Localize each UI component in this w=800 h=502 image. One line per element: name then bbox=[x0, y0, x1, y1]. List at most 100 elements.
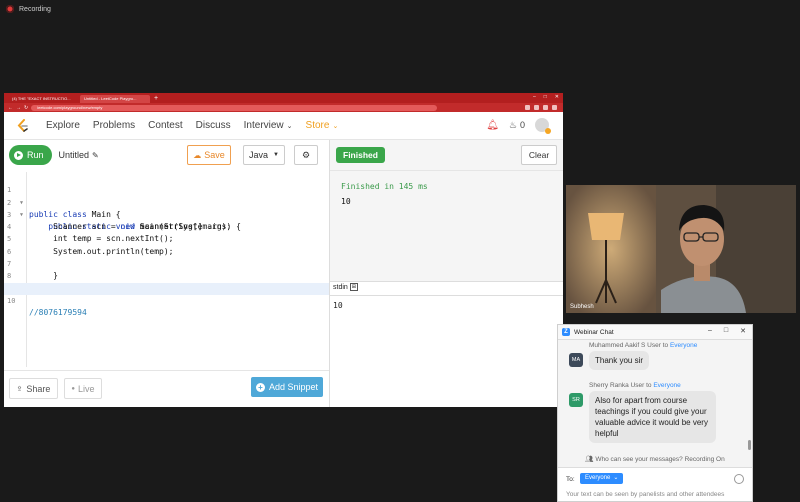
browser-tab[interactable]: (4) THE "EXACT INSTRUCTIO... bbox=[8, 95, 78, 103]
code-line: 4 int temp = scn.nextInt(); bbox=[4, 209, 329, 243]
share-button[interactable]: ⇪ Share bbox=[9, 378, 58, 399]
browser-tab-active[interactable]: Untitled - LeetCode Playgro... bbox=[80, 95, 150, 103]
visibility-note[interactable]: 👥︎ Who can see your messages? Recording … bbox=[558, 455, 752, 463]
language-select[interactable]: Java ▼ bbox=[243, 145, 285, 165]
nav-interview[interactable]: Interview ⌄ bbox=[244, 120, 293, 131]
run-label: Run bbox=[27, 150, 44, 160]
chat-message: Thank you sir bbox=[589, 351, 650, 370]
sender-role: User to bbox=[630, 382, 652, 389]
recipient-value: Everyone bbox=[585, 475, 611, 481]
sender-name: Muhammed Aakif S bbox=[589, 342, 646, 349]
extension-icon[interactable] bbox=[525, 105, 530, 110]
sender-avatar: SR bbox=[569, 393, 583, 407]
webcam-image bbox=[566, 185, 796, 313]
add-snippet-button[interactable]: + Add Snippet bbox=[251, 377, 323, 397]
chat-compose: To: Everyone ⌄ Your text can be seen by … bbox=[558, 467, 752, 501]
extension-icon[interactable] bbox=[543, 105, 548, 110]
code-area[interactable]: 1 ▼ public class Main { 2 ▼ public stati… bbox=[4, 172, 329, 367]
nav-contest[interactable]: Contest bbox=[148, 120, 182, 131]
reload-icon[interactable]: ↻ bbox=[24, 105, 28, 111]
pencil-icon: ✎ bbox=[92, 150, 99, 160]
code-line: 8 } bbox=[4, 258, 329, 292]
stdin-tab[interactable]: stdin ⊞ bbox=[330, 281, 563, 296]
maximize-icon[interactable]: □ bbox=[544, 94, 547, 100]
output-console: Finished in 145 ms 10 bbox=[330, 171, 563, 282]
stdin-input[interactable]: 10 bbox=[333, 301, 343, 310]
run-button[interactable]: Run bbox=[9, 145, 52, 165]
chat-scrollbar[interactable] bbox=[748, 440, 751, 450]
extension-icons bbox=[525, 105, 557, 110]
audience-link[interactable]: Everyone bbox=[670, 342, 697, 349]
minimize-icon[interactable]: – bbox=[533, 94, 536, 100]
browser-tab-bar: (4) THE "EXACT INSTRUCTIO... Untitled - … bbox=[4, 93, 563, 103]
streak-count: 0 bbox=[519, 120, 525, 130]
editor-bottom-bar: ⇪ Share ● Live + Add Snippet bbox=[4, 370, 329, 407]
audience-link[interactable]: Everyone bbox=[653, 382, 680, 389]
playground-title[interactable]: Untitled ✎ bbox=[59, 150, 99, 160]
forward-icon[interactable]: → bbox=[16, 105, 21, 111]
back-icon[interactable]: ← bbox=[8, 105, 13, 111]
webinar-chat-window: Z Webinar Chat – □ ✕ Muhammed Aakif S Us… bbox=[557, 324, 753, 502]
nav-interview-label: Interview bbox=[243, 120, 284, 131]
fire-icon: ♨ bbox=[508, 119, 517, 130]
line-number: 10 bbox=[7, 296, 16, 305]
message-meta: Sherry Ranka User to Everyone bbox=[589, 382, 681, 389]
clear-button[interactable]: Clear bbox=[521, 145, 557, 165]
chevron-down-icon: ⌄ bbox=[613, 475, 619, 481]
visibility-note-text: Who can see your messages? Recording On bbox=[595, 456, 725, 463]
language-value: Java bbox=[249, 150, 269, 160]
leetcode-logo-icon[interactable] bbox=[16, 118, 30, 133]
nav-explore[interactable]: Explore bbox=[46, 120, 80, 131]
expand-icon[interactable]: ⊞ bbox=[349, 283, 358, 291]
message-meta: Muhammed Aakif S User to Everyone bbox=[589, 342, 697, 349]
save-button[interactable]: ☁ Save bbox=[187, 145, 231, 165]
chat-title: Webinar Chat bbox=[574, 328, 614, 336]
close-icon[interactable]: ✕ bbox=[740, 327, 746, 335]
minimize-icon[interactable]: – bbox=[708, 327, 712, 335]
execution-status: Finished in 145 ms bbox=[341, 182, 428, 191]
playground-title-text: Untitled bbox=[58, 150, 90, 160]
share-label: Share bbox=[26, 383, 51, 394]
code-comment: //8076179594 bbox=[29, 308, 87, 318]
program-output: 10 bbox=[341, 197, 351, 206]
user-avatar[interactable] bbox=[535, 118, 551, 134]
live-dot-icon: ● bbox=[71, 385, 76, 392]
editor-toolbar: Run Untitled ✎ ☁ Save Java ▼ ⚙ bbox=[4, 140, 329, 170]
extension-icon[interactable] bbox=[534, 105, 539, 110]
streak-counter[interactable]: ♨ 0 bbox=[509, 120, 525, 131]
message-input[interactable]: Your text can be seen by panelists and o… bbox=[566, 491, 724, 498]
close-icon[interactable]: ✕ bbox=[555, 94, 559, 100]
nav-store[interactable]: Store ⌄ bbox=[306, 120, 339, 131]
people-icon: 👥︎ bbox=[585, 456, 594, 463]
code-line: 1 ▼ public class Main { bbox=[4, 172, 329, 219]
code-line: 9 bbox=[4, 270, 329, 293]
code-line-active: 10 //8076179594 bbox=[4, 282, 329, 317]
stdin-label-group: stdin ⊞ bbox=[333, 283, 358, 291]
extension-icon[interactable] bbox=[552, 105, 557, 110]
url-field[interactable]: leetcode.com/playground/new/empty bbox=[31, 104, 438, 111]
add-snippet-label: Add Snippet bbox=[268, 382, 319, 392]
emoji-icon[interactable] bbox=[734, 474, 744, 484]
settings-button[interactable]: ⚙ bbox=[294, 145, 318, 165]
live-button[interactable]: ● Live bbox=[64, 378, 102, 399]
recipient-select[interactable]: Everyone ⌄ bbox=[580, 473, 624, 484]
gear-icon: ⚙ bbox=[301, 149, 311, 160]
nav-right-group: 🔔︎ ♨ 0 bbox=[486, 118, 551, 134]
chat-titlebar: Z Webinar Chat – □ ✕ bbox=[558, 325, 752, 340]
webcam-video: Subhesh bbox=[566, 185, 796, 313]
code-line: 6 bbox=[4, 233, 329, 256]
browser-address-bar: ← → ↻ leetcode.com/playground/new/empty bbox=[4, 103, 563, 112]
shared-browser-window: (4) THE "EXACT INSTRUCTIO... Untitled - … bbox=[4, 93, 563, 407]
nav-problems[interactable]: Problems bbox=[93, 120, 135, 131]
zoom-logo-icon: Z bbox=[562, 328, 570, 336]
save-label: Save bbox=[204, 150, 225, 160]
chevron-down-icon: ⌄ bbox=[286, 122, 293, 130]
new-tab-icon[interactable]: + bbox=[154, 95, 158, 103]
notification-bell-icon[interactable]: 🔔︎ bbox=[486, 120, 499, 131]
maximize-icon[interactable]: □ bbox=[724, 327, 728, 335]
code-line: 5 System.out.println(temp); bbox=[4, 221, 329, 255]
output-header: Finished Clear bbox=[330, 140, 563, 171]
chevron-down-icon: ⌄ bbox=[332, 122, 339, 130]
nav-discuss[interactable]: Discuss bbox=[196, 120, 231, 131]
record-icon bbox=[6, 5, 14, 13]
